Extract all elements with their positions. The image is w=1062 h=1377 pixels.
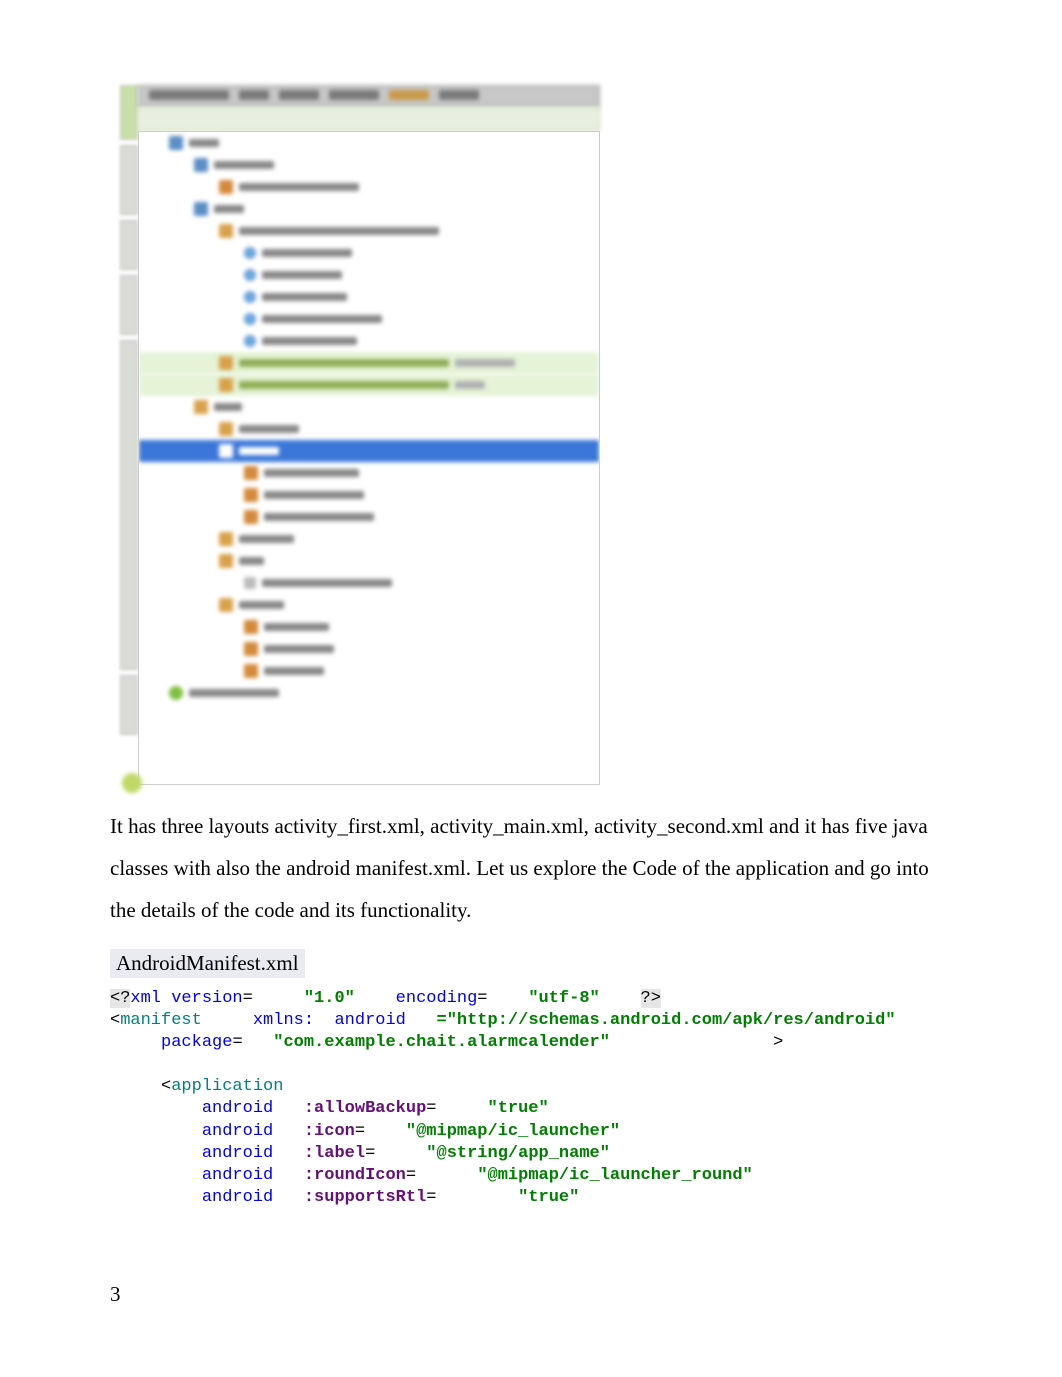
tree-gradle-scripts bbox=[139, 682, 599, 704]
code-token: "@mipmap/ic_launcher" bbox=[406, 1122, 620, 1141]
side-tab bbox=[120, 675, 138, 735]
tree-res bbox=[139, 396, 599, 418]
ide-top-toolbar bbox=[138, 85, 600, 107]
tree-layout-main bbox=[139, 484, 599, 506]
side-tab bbox=[120, 340, 138, 670]
code-token: android bbox=[334, 1011, 405, 1030]
project-tree bbox=[138, 131, 600, 785]
tree-colors-xml bbox=[139, 616, 599, 638]
tree-manifest-file bbox=[139, 176, 599, 198]
ide-bottom-icon bbox=[122, 773, 142, 793]
code-token: android bbox=[202, 1188, 273, 1207]
code-token: "1.0" bbox=[304, 989, 365, 1008]
tree-class-notificationservice bbox=[139, 308, 599, 330]
code-token: package bbox=[161, 1033, 232, 1052]
tree-pkg-test bbox=[139, 374, 599, 396]
code-token: "@string/app_name" bbox=[426, 1144, 610, 1163]
tree-class-firstactivity bbox=[139, 264, 599, 286]
code-token: "true" bbox=[488, 1099, 549, 1118]
code-token: = bbox=[477, 989, 487, 1008]
tree-raw-file bbox=[139, 572, 599, 594]
code-token: :supportsRtl bbox=[304, 1188, 426, 1207]
code-token: = bbox=[365, 1144, 375, 1163]
ide-screenshot bbox=[120, 85, 600, 785]
side-tab bbox=[120, 85, 138, 140]
code-token: "com.example.chait.alarmcalender" bbox=[273, 1033, 610, 1052]
ide-side-tabs bbox=[120, 85, 138, 785]
code-token: android bbox=[202, 1166, 273, 1185]
code-token: android bbox=[202, 1144, 273, 1163]
tree-java bbox=[139, 198, 599, 220]
tree-strings-xml bbox=[139, 638, 599, 660]
code-token: :label bbox=[304, 1144, 365, 1163]
tree-manifests bbox=[139, 154, 599, 176]
code-token: encoding bbox=[396, 989, 478, 1008]
code-token: = bbox=[355, 1122, 365, 1141]
code-token: :allowBackup bbox=[304, 1099, 426, 1118]
code-token: application bbox=[171, 1077, 283, 1096]
tree-class-mainactivity bbox=[139, 286, 599, 308]
code-token: xml version bbox=[130, 989, 242, 1008]
tree-class-alarmreceiver bbox=[139, 242, 599, 264]
ide-sub-toolbar bbox=[138, 107, 600, 131]
paragraph-description: It has three layouts activity_first.xml,… bbox=[110, 805, 952, 931]
code-token: android bbox=[202, 1099, 273, 1118]
code-token: = bbox=[243, 989, 253, 1008]
side-tab bbox=[120, 220, 138, 270]
tree-layout-second bbox=[139, 506, 599, 528]
tree-class-secondactivity bbox=[139, 330, 599, 352]
code-token: <? bbox=[110, 989, 130, 1008]
code-token: = bbox=[426, 1188, 436, 1207]
code-token: "utf-8" bbox=[528, 989, 610, 1008]
tree-mipmap bbox=[139, 528, 599, 550]
code-token: "true" bbox=[518, 1188, 579, 1207]
code-token: :roundIcon bbox=[304, 1166, 406, 1185]
tree-app bbox=[139, 132, 599, 154]
code-token: = bbox=[232, 1033, 242, 1052]
section-title-manifest: AndroidManifest.xml bbox=[110, 949, 305, 978]
tree-layout-selected bbox=[139, 440, 599, 462]
tree-drawable bbox=[139, 418, 599, 440]
code-token: xmlns: bbox=[253, 1011, 314, 1030]
code-androidmanifest: <?xml version= "1.0" encoding= "utf-8" ?… bbox=[110, 988, 952, 1209]
tree-pkg-androidtest bbox=[139, 352, 599, 374]
tree-pkg-main bbox=[139, 220, 599, 242]
tree-raw bbox=[139, 550, 599, 572]
code-token: ="http://schemas.android.com/apk/res/and… bbox=[437, 1011, 896, 1030]
page-number: 3 bbox=[110, 1282, 121, 1307]
tree-styles-xml bbox=[139, 660, 599, 682]
code-token: = bbox=[426, 1099, 436, 1118]
tree-layout-first bbox=[139, 462, 599, 484]
side-tab bbox=[120, 145, 138, 215]
code-token: = bbox=[406, 1166, 416, 1185]
code-token: manifest bbox=[120, 1011, 212, 1030]
code-token: :icon bbox=[304, 1122, 355, 1141]
code-token: android bbox=[202, 1122, 273, 1141]
side-tab bbox=[120, 275, 138, 335]
code-token: ?> bbox=[641, 989, 661, 1008]
tree-values bbox=[139, 594, 599, 616]
code-token: < bbox=[110, 1011, 120, 1030]
code-token: "@mipmap/ic_launcher_round" bbox=[477, 1166, 752, 1185]
